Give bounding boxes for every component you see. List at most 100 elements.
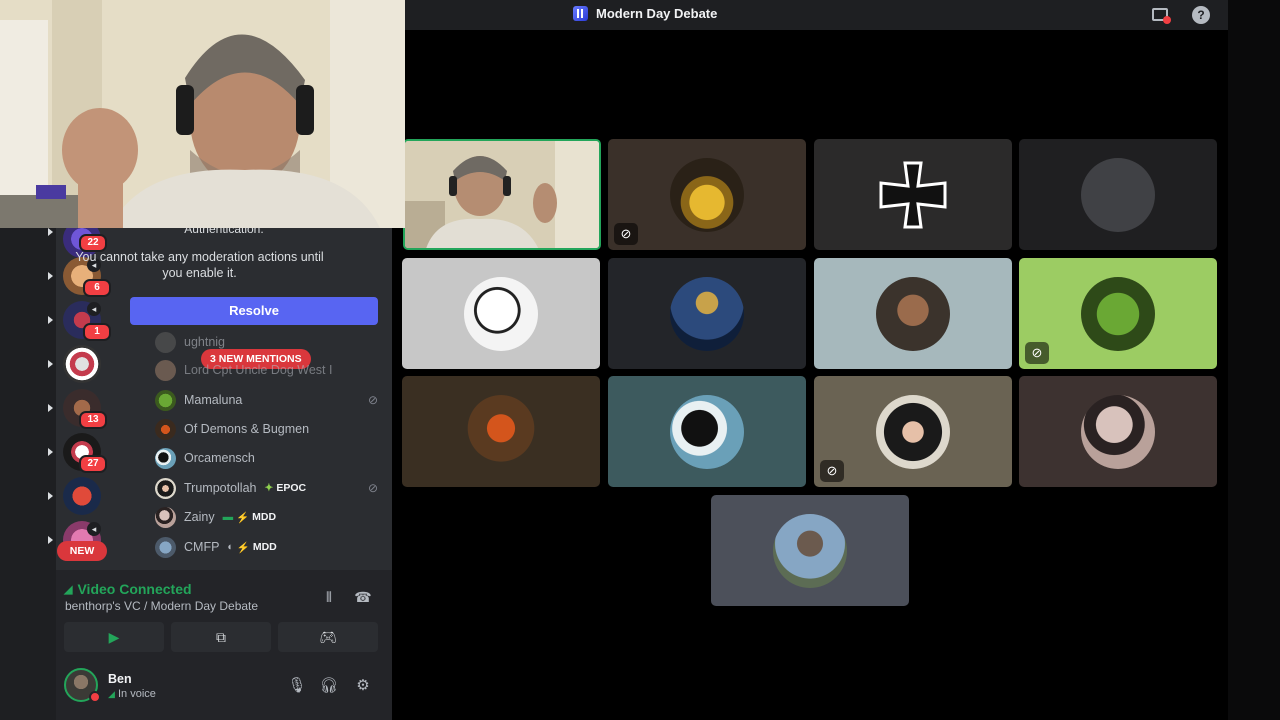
webcam-image bbox=[0, 0, 405, 228]
server-unread-pip bbox=[48, 360, 53, 368]
member-name: CMFP bbox=[184, 540, 220, 554]
user-panel: Ben ◢ In voice 🎙︎ 🎧︎ ⚙ bbox=[56, 662, 392, 720]
share-screen-button[interactable]: ⧉ bbox=[171, 622, 271, 652]
member-name: Of Demons & Bugmen bbox=[184, 422, 310, 436]
voice-status-label: Video Connected bbox=[77, 581, 192, 597]
gear-icon[interactable]: ⚙ bbox=[352, 675, 374, 697]
user-status-label: In voice bbox=[117, 688, 156, 700]
signal-icon: ◢ bbox=[64, 583, 73, 596]
member-avatar bbox=[155, 477, 176, 499]
member-avatar bbox=[155, 447, 176, 469]
camera-button[interactable]: ▶ bbox=[64, 622, 164, 652]
activities-button[interactable]: 🎮︎ bbox=[278, 622, 378, 652]
mic-muted-icon: ⊘ bbox=[820, 460, 844, 482]
participant-avatar bbox=[773, 513, 847, 588]
server-icon[interactable] bbox=[63, 477, 101, 515]
server-unread-pip bbox=[48, 448, 53, 456]
server-mention-badge: 1 bbox=[83, 323, 111, 341]
voice-status[interactable]: ◢ Video Connected bbox=[64, 581, 192, 597]
signal-icon: ◢ bbox=[108, 689, 115, 699]
member-row[interactable]: Mamaluna ⊘ bbox=[155, 389, 380, 411]
call-title-wrap[interactable]: Modern Day Debate bbox=[573, 6, 717, 21]
member-name: ughtnig bbox=[184, 335, 226, 349]
participant-avatar bbox=[1081, 157, 1155, 232]
tag-label: MDD bbox=[252, 541, 277, 553]
server-mention-badge: 27 bbox=[79, 455, 107, 473]
video-tile-participant[interactable] bbox=[1019, 376, 1217, 487]
video-tile-participant[interactable] bbox=[1019, 139, 1217, 250]
video-tile-participant[interactable] bbox=[608, 258, 806, 369]
self-webcam-feed bbox=[0, 0, 405, 228]
server-tag: ✦ EPOC bbox=[265, 482, 307, 494]
lightning-icon: ⚡ bbox=[236, 541, 250, 554]
voice-channel-icon bbox=[573, 6, 588, 21]
member-row[interactable]: Of Demons & Bugmen bbox=[155, 418, 380, 440]
server-unread-pip bbox=[48, 316, 53, 324]
participant-avatar bbox=[670, 394, 744, 469]
participant-avatar bbox=[464, 394, 538, 469]
video-tile-participant[interactable]: ⊘ bbox=[814, 376, 1012, 487]
microphone-icon[interactable]: 🎙︎ bbox=[286, 675, 308, 697]
noise-suppression-icon[interactable]: ⦀ bbox=[318, 586, 340, 608]
video-tile-participant[interactable] bbox=[608, 376, 806, 487]
voice-channel-path[interactable]: benthorp's VC / Modern Day Debate bbox=[65, 599, 258, 613]
resolve-button[interactable]: Resolve bbox=[130, 297, 378, 325]
speaker-icon: ◂ bbox=[87, 522, 101, 536]
speaker-icon: ◂ bbox=[87, 302, 101, 316]
flag-icon: ▬ bbox=[222, 511, 234, 523]
mic-muted-icon: ⊘ bbox=[367, 393, 378, 407]
speaker-video bbox=[405, 141, 599, 248]
member-avatar bbox=[155, 389, 176, 411]
video-tile-participant[interactable] bbox=[814, 258, 1012, 369]
moderation-warning: You cannot take any moderation actions u… bbox=[75, 250, 324, 280]
call-header: Modern Day Debate ? bbox=[405, 0, 1228, 30]
member-name: Orcamensch bbox=[184, 451, 255, 465]
participant-avatar bbox=[1081, 276, 1155, 351]
video-tile-speaker[interactable] bbox=[403, 139, 601, 250]
server-unread-pip bbox=[48, 228, 53, 236]
right-gutter bbox=[1228, 0, 1280, 720]
member-row[interactable]: CMFP ◐ ⚡ MDD bbox=[155, 536, 380, 558]
lightning-icon: ⚡ bbox=[236, 511, 250, 524]
badge-icon: ◐ bbox=[227, 541, 234, 553]
video-tile-participant[interactable]: ⊘ bbox=[1019, 258, 1217, 369]
member-row[interactable]: Lord Cpt Uncle Dog West I bbox=[155, 359, 380, 381]
new-unreads-pill[interactable]: NEW bbox=[57, 541, 107, 561]
server-icon[interactable] bbox=[63, 345, 101, 383]
call-title: Modern Day Debate bbox=[596, 6, 718, 21]
member-avatar bbox=[155, 418, 176, 440]
participant-avatar bbox=[879, 161, 947, 228]
server-tag: ▬ ⚡ MDD bbox=[223, 511, 277, 524]
mic-muted-icon: ⊘ bbox=[1025, 342, 1049, 364]
app-root: Modern Day Debate ? ⊘ ⊘ ⊘ Authentication… bbox=[0, 0, 1280, 720]
video-tile-participant[interactable] bbox=[402, 376, 600, 487]
member-row[interactable]: Zainy ▬ ⚡ MDD bbox=[155, 506, 380, 528]
user-status: ◢ In voice bbox=[108, 688, 156, 700]
member-name: Trumpotollah bbox=[184, 481, 257, 495]
member-name: Mamaluna bbox=[184, 393, 243, 407]
participant-avatar bbox=[464, 276, 538, 351]
mic-muted-icon: ⊘ bbox=[614, 223, 638, 245]
help-icon[interactable]: ? bbox=[1192, 6, 1210, 24]
server-mention-badge: 13 bbox=[79, 411, 107, 429]
headphones-icon[interactable]: 🎧︎ bbox=[318, 675, 340, 697]
server-list bbox=[0, 228, 56, 720]
username[interactable]: Ben bbox=[108, 672, 132, 686]
disconnect-icon[interactable]: ☎ bbox=[352, 586, 374, 608]
server-tag: ◐ ⚡ MDD bbox=[227, 541, 276, 554]
video-tile-participant[interactable] bbox=[402, 258, 600, 369]
member-row[interactable]: Trumpotollah ✦ EPOC ⊘ bbox=[155, 477, 380, 499]
video-tile-participant[interactable] bbox=[814, 139, 1012, 250]
server-unread-pip bbox=[48, 404, 53, 412]
popout-icon[interactable] bbox=[1152, 8, 1171, 24]
participant-avatar bbox=[876, 394, 950, 469]
member-row[interactable]: Orcamensch bbox=[155, 447, 380, 469]
member-avatar bbox=[155, 331, 176, 353]
participant-avatar bbox=[1081, 394, 1155, 469]
tag-icon: ✦ bbox=[264, 482, 274, 494]
participant-avatar bbox=[670, 157, 744, 232]
server-unread-pip bbox=[48, 536, 53, 544]
video-tile-participant[interactable] bbox=[711, 495, 909, 606]
participant-avatar bbox=[876, 276, 950, 351]
video-tile-participant[interactable]: ⊘ bbox=[608, 139, 806, 250]
